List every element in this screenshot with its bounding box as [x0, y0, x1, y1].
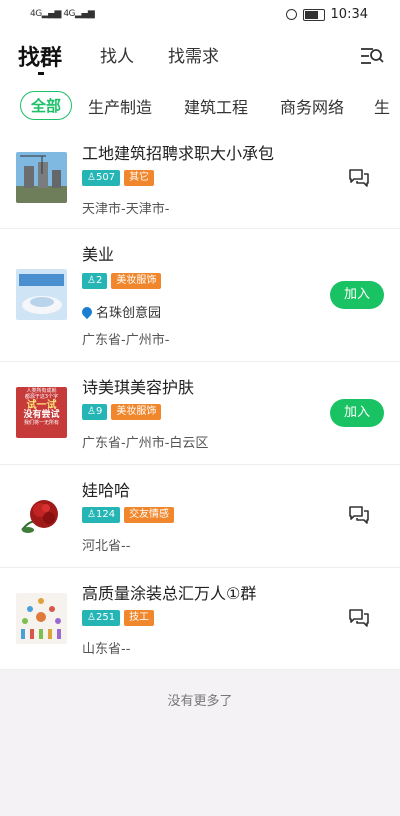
- chat-icon[interactable]: [348, 608, 370, 628]
- location-pin-icon: [79, 304, 95, 319]
- no-more-label: 没有更多了: [167, 694, 233, 709]
- join-button[interactable]: 加入: [330, 399, 384, 427]
- group-location: 天津市-天津市-: [82, 202, 170, 217]
- member-count-badge: ♙9: [82, 404, 108, 420]
- member-count-badge: ♙2: [82, 273, 108, 289]
- member-count-badge: ♙124: [82, 507, 121, 523]
- group-title: 诗美琪美容护肤: [82, 378, 195, 397]
- category-badge: 技工: [124, 610, 155, 626]
- group-location: 河北省--: [82, 539, 131, 554]
- list-item[interactable]: 工地建筑招聘求职大小承包 ♙507 其它 天津市-天津市-: [0, 128, 400, 229]
- list-item[interactable]: 娃哈哈 ♙124 交友情感 河北省--: [0, 465, 400, 568]
- group-avatar: 人类所有成就 都源于这3个字 试一试 没有尝试 我们将一无所有: [16, 387, 67, 438]
- alarm-icon: [285, 9, 297, 20]
- active-tab-indicator: [38, 72, 44, 75]
- group-title: 娃哈哈: [82, 481, 131, 500]
- tab-find-people[interactable]: 找人: [100, 42, 134, 67]
- chat-icon[interactable]: [348, 505, 370, 525]
- group-avatar: [16, 593, 67, 644]
- category-construction[interactable]: 建筑工程: [184, 94, 248, 118]
- category-badge: 美妆服饰: [111, 273, 162, 289]
- group-address: 名珠创意园: [79, 302, 161, 321]
- member-count-badge: ♙251: [82, 610, 121, 626]
- group-title: 工地建筑招聘求职大小承包: [82, 144, 275, 163]
- category-partial[interactable]: 生: [374, 94, 390, 118]
- list-item[interactable]: 高质量涂装总汇万人①群 ♙251 技工 山东省--: [0, 568, 400, 670]
- status-bar: 4G▂▄▆ 4G▂▄▆ 10:34: [0, 0, 400, 30]
- group-location: 广东省-广州市-白云区: [82, 436, 209, 451]
- group-title: 美业: [82, 245, 115, 264]
- clock: 10:34: [330, 7, 368, 22]
- category-badge: 美妆服饰: [111, 404, 162, 420]
- group-location: 山东省--: [82, 642, 131, 657]
- category-tabs: 全部 生产制造 建筑工程 商务网络 生: [0, 80, 400, 129]
- member-count-badge: ♙507: [82, 170, 121, 186]
- group-avatar: [16, 490, 67, 541]
- category-business-network[interactable]: 商务网络: [280, 94, 344, 118]
- category-badge: 交友情感: [124, 507, 175, 523]
- tab-find-demand[interactable]: 找需求: [168, 42, 219, 67]
- tab-find-group[interactable]: 找群: [18, 40, 62, 72]
- group-location: 广东省-广州市-: [82, 333, 170, 348]
- battery-icon: [302, 8, 325, 21]
- category-badge: 其它: [124, 170, 155, 186]
- category-manufacturing[interactable]: 生产制造: [88, 94, 152, 118]
- list-item[interactable]: 美业 ♙2 美妆服饰 名珠创意园 广东省-广州市- 加入: [0, 229, 400, 362]
- list-item[interactable]: 人类所有成就 都源于这3个字 试一试 没有尝试 我们将一无所有 诗美琪美容护肤 …: [0, 362, 400, 465]
- signal-icon: 4G▂▄▆ 4G▂▄▆: [30, 9, 95, 19]
- top-nav: 找群 找人 找需求: [0, 30, 400, 80]
- group-title: 高质量涂装总汇万人①群: [82, 584, 257, 603]
- group-avatar: [16, 269, 67, 320]
- filter-search-icon[interactable]: [360, 46, 384, 66]
- category-all[interactable]: 全部: [20, 91, 73, 120]
- group-avatar: [16, 152, 67, 203]
- join-button[interactable]: 加入: [330, 281, 384, 309]
- chat-icon[interactable]: [348, 168, 370, 188]
